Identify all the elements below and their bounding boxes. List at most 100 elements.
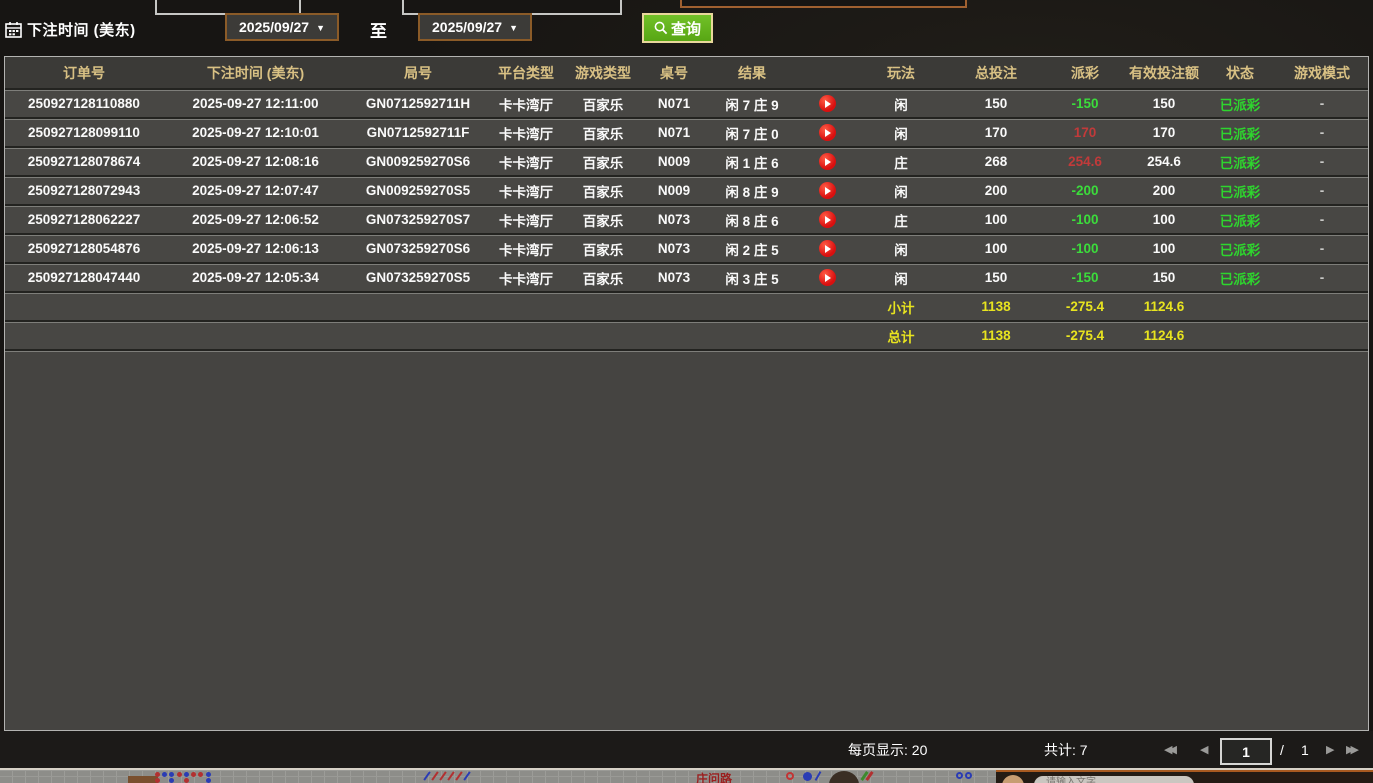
previous-page-button[interactable]: ◀ (1200, 731, 1208, 768)
game-mode-cell: - (1276, 183, 1368, 198)
col-header-game-mode: 游戏模式 (1276, 63, 1368, 83)
road-dot (169, 772, 174, 777)
order-id-cell: 250927128110880 (5, 96, 163, 111)
bet-time-cell: 2025-09-27 12:06:52 (163, 212, 348, 227)
payout-cell: 170 (1046, 125, 1124, 140)
next-page-button[interactable]: ▶ (1326, 731, 1334, 768)
play-type-cell: 闲 (856, 181, 946, 201)
platform-cell: 卡卡湾厅 (488, 268, 564, 288)
game-type-cell: 百家乐 (564, 181, 642, 201)
game-type-cell: 百家乐 (564, 152, 642, 172)
payout-cell: -100 (1046, 241, 1124, 256)
replay-icon[interactable] (819, 153, 836, 170)
game-mode-cell: - (1276, 270, 1368, 285)
chat-input[interactable]: 请输入文字 (1034, 776, 1194, 783)
payout-cell: -150 (1046, 270, 1124, 285)
first-page-button[interactable]: ◀◀ (1164, 731, 1177, 768)
col-header-status: 状态 (1204, 63, 1276, 83)
col-header-play-type: 玩法 (856, 63, 946, 83)
bet-time-cell: 2025-09-27 12:11:00 (163, 96, 348, 111)
game-type-cell: 百家乐 (564, 123, 642, 143)
date-from-select[interactable]: 2025/09/27 ▼ (225, 13, 339, 41)
replay-icon[interactable] (819, 182, 836, 199)
valid-bet-cell: 150 (1124, 270, 1204, 285)
road-dot (206, 772, 211, 777)
avatar (1002, 775, 1024, 783)
replay-icon[interactable] (819, 269, 836, 286)
table-row: 250927128072943 2025-09-27 12:07:47 GN00… (5, 175, 1368, 204)
payout-cell: -200 (1046, 183, 1124, 198)
game-type-cell: 百家乐 (564, 94, 642, 114)
col-header-table-no: 桌号 (642, 63, 706, 83)
calendar-icon (5, 21, 22, 38)
page-separator: / (1280, 731, 1284, 768)
cut-input-right (680, 0, 967, 8)
total-bet-cell: 100 (946, 212, 1046, 227)
date-from-value: 2025/09/27 (239, 19, 309, 35)
status-cell: 已派彩 (1204, 181, 1276, 201)
table-no-cell: N073 (642, 212, 706, 227)
subtotal-valid-bet: 1124.6 (1124, 299, 1204, 314)
table-no-cell: N009 (642, 183, 706, 198)
road-ring (965, 772, 972, 779)
replay-icon[interactable] (819, 240, 836, 257)
date-to-value: 2025/09/27 (432, 19, 502, 35)
round-id-cell: GN073259270S7 (348, 212, 488, 227)
bet-time-cell: 2025-09-27 12:08:16 (163, 154, 348, 169)
platform-cell: 卡卡湾厅 (488, 239, 564, 259)
round-id-cell: GN009259270S6 (348, 154, 488, 169)
order-id-cell: 250927128078674 (5, 154, 163, 169)
replay-icon[interactable] (819, 124, 836, 141)
total-pages-label: 1 (1301, 731, 1309, 768)
road-dot (162, 772, 167, 777)
table-row: 250927128078674 2025-09-27 12:08:16 GN00… (5, 146, 1368, 175)
platform-cell: 卡卡湾厅 (488, 123, 564, 143)
total-bet-cell: 100 (946, 241, 1046, 256)
grand-total-payout: -275.4 (1046, 328, 1124, 343)
col-header-platform: 平台类型 (488, 63, 564, 83)
col-header-result: 结果 (706, 63, 798, 83)
result-cell: 闲 1 庄 6 (706, 152, 798, 172)
result-cell: 闲 8 庄 6 (706, 210, 798, 230)
road-slash (431, 771, 438, 780)
search-icon (654, 21, 668, 35)
page-number-input[interactable] (1220, 738, 1272, 765)
road-dot (206, 778, 211, 783)
game-mode-cell: - (1276, 241, 1368, 256)
status-cell: 已派彩 (1204, 210, 1276, 230)
road-slash (423, 771, 430, 780)
valid-bet-cell: 100 (1124, 241, 1204, 256)
game-type-cell: 百家乐 (564, 239, 642, 259)
bet-records-table: 订单号 下注时间 (美东) 局号 平台类型 游戏类型 桌号 结果 玩法 总投注 … (4, 56, 1369, 731)
subtotal-row: 小计 1138 -275.4 1124.6 (5, 291, 1368, 320)
col-header-order-id: 订单号 (5, 63, 163, 83)
replay-icon[interactable] (819, 95, 836, 112)
replay-icon[interactable] (819, 211, 836, 228)
query-button[interactable]: 查询 (642, 13, 713, 43)
road-slash (447, 771, 454, 780)
table-no-cell: N071 (642, 125, 706, 140)
banker-road-label: 庄问路 (696, 770, 732, 783)
result-cell: 闲 8 庄 9 (706, 181, 798, 201)
total-bet-cell: 200 (946, 183, 1046, 198)
play-type-cell: 庄 (856, 152, 946, 172)
round-id-cell: GN009259270S5 (348, 183, 488, 198)
play-type-cell: 闲 (856, 123, 946, 143)
status-cell: 已派彩 (1204, 152, 1276, 172)
subtotal-total-bet: 1138 (946, 299, 1046, 314)
col-header-game-type: 游戏类型 (564, 63, 642, 83)
table-no-cell: N071 (642, 96, 706, 111)
platform-cell: 卡卡湾厅 (488, 181, 564, 201)
order-id-cell: 250927128054876 (5, 241, 163, 256)
valid-bet-cell: 170 (1124, 125, 1204, 140)
road-dot (198, 772, 203, 777)
last-page-button[interactable]: ▶▶ (1346, 731, 1359, 768)
date-to-select[interactable]: 2025/09/27 ▼ (418, 13, 532, 41)
grand-total-valid-bet: 1124.6 (1124, 328, 1204, 343)
game-type-cell: 百家乐 (564, 210, 642, 230)
play-type-cell: 闲 (856, 268, 946, 288)
game-type-cell: 百家乐 (564, 268, 642, 288)
platform-cell: 卡卡湾厅 (488, 210, 564, 230)
round-id-cell: GN073259270S6 (348, 241, 488, 256)
grand-total-total-bet: 1138 (946, 328, 1046, 343)
